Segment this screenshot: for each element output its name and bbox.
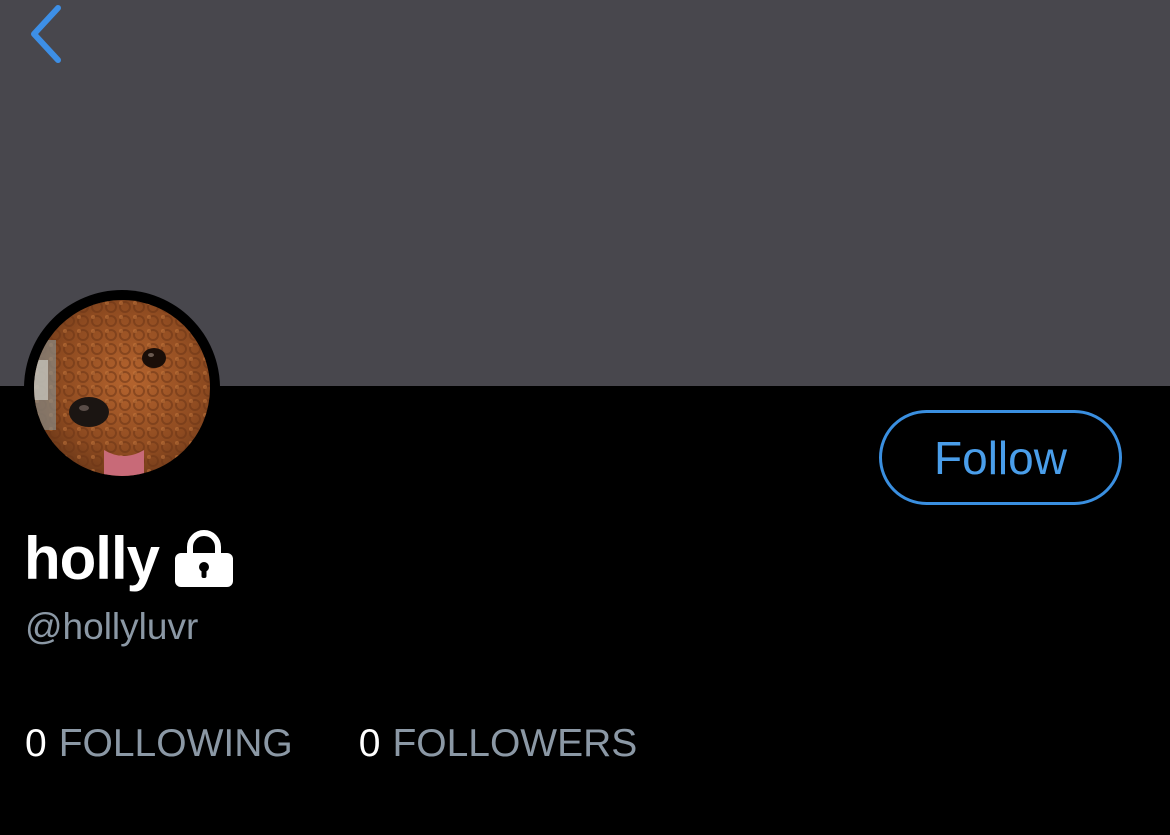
profile-page: Follow holly @hollyluvr 0 FOLLOWING 0 FO… (0, 0, 1170, 835)
followers-stat[interactable]: 0 FOLLOWERS (359, 722, 638, 766)
back-button[interactable] (18, 2, 74, 66)
profile-stats: 0 FOLLOWING 0 FOLLOWERS (25, 722, 637, 766)
chevron-left-icon (31, 5, 61, 63)
avatar-image (34, 300, 210, 476)
display-name-row: holly (24, 522, 235, 594)
user-handle: @hollyluvr (25, 606, 199, 647)
followers-label: FOLLOWERS (392, 722, 638, 765)
following-label: FOLLOWING (58, 722, 293, 765)
following-count: 0 (25, 722, 47, 765)
display-name: holly (24, 524, 160, 592)
avatar[interactable] (24, 290, 220, 486)
lock-icon (173, 527, 235, 589)
following-stat[interactable]: 0 FOLLOWING (25, 722, 293, 766)
followers-count: 0 (358, 722, 381, 765)
follow-button[interactable]: Follow (879, 410, 1122, 505)
